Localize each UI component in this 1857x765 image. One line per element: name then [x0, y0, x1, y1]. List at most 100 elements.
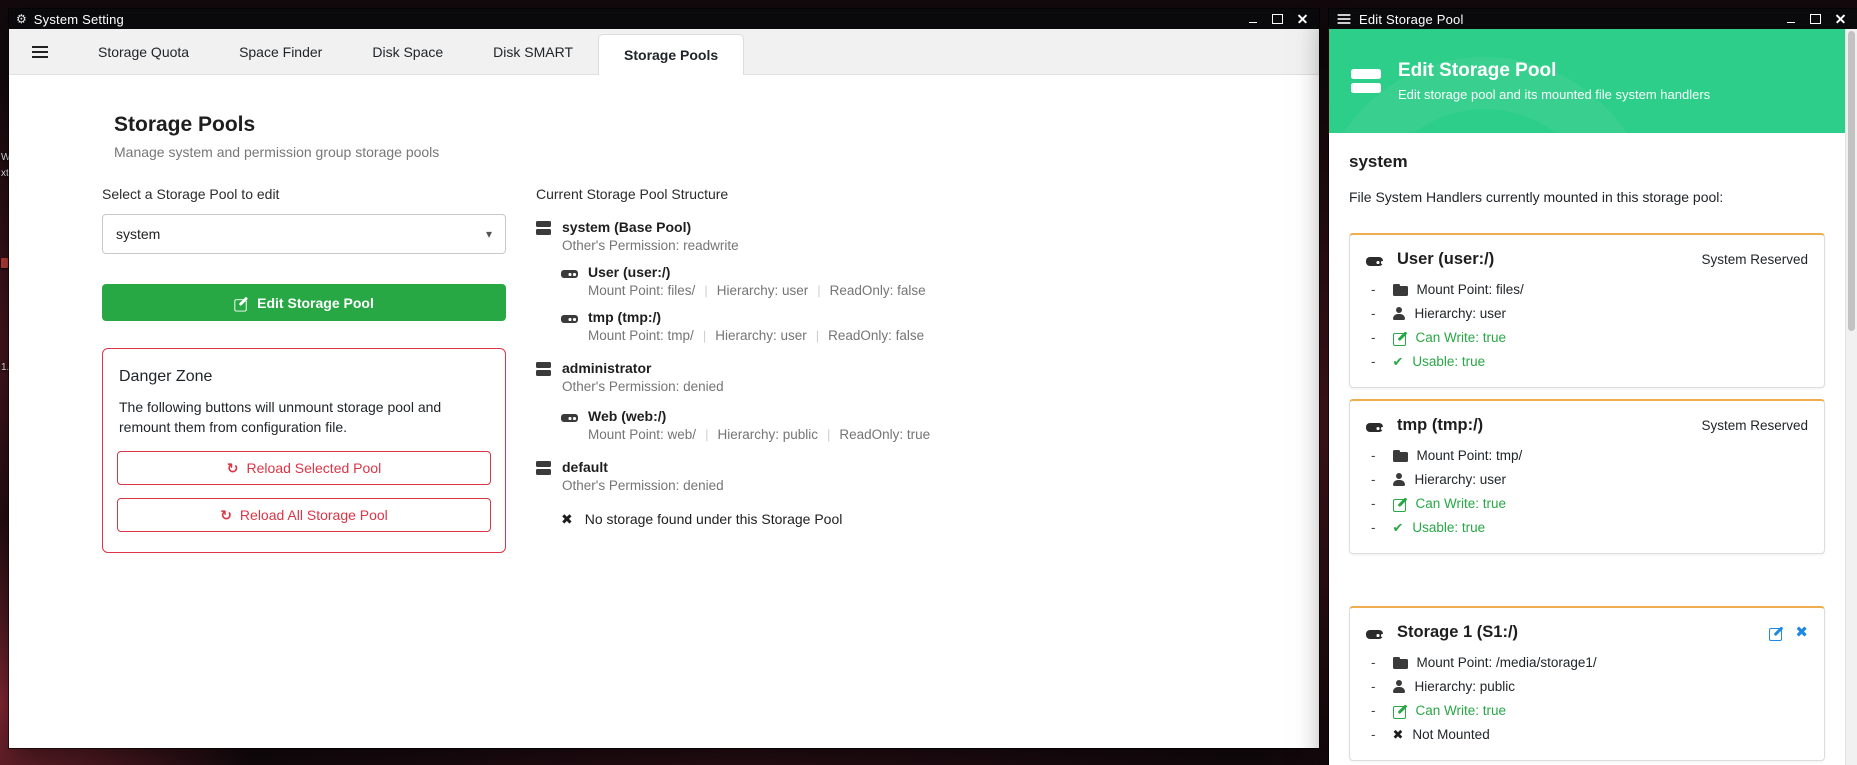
pool-name: default: [562, 459, 724, 475]
minimize-button[interactable]: [1240, 10, 1265, 28]
server-icon: [1351, 69, 1381, 94]
edit-storage-pool-label: Edit Storage Pool: [257, 295, 374, 311]
pool-name-heading: system: [1349, 152, 1825, 172]
hdd-icon: [561, 311, 578, 323]
server-icon: [536, 461, 551, 475]
mount-point-row: Mount Point: files/: [1366, 282, 1808, 297]
can-write-row: Can Write: true: [1366, 496, 1808, 511]
x-icon: ✖: [561, 512, 573, 526]
desktop-icon-fragment: [1, 258, 8, 268]
system-reserved-badge: System Reserved: [1701, 252, 1808, 267]
hierarchy-row: Hierarchy: user: [1366, 306, 1808, 321]
pool-name: system (Base Pool): [562, 219, 739, 235]
reload-all-label: Reload All Storage Pool: [240, 507, 388, 523]
window-title: System Setting: [34, 12, 124, 27]
handler-details: Mount Point: web/Hierarchy: publicReadOn…: [588, 427, 930, 442]
select-pool-label: Select a Storage Pool to edit: [102, 186, 506, 202]
danger-zone-title: Danger Zone: [119, 368, 491, 386]
minimize-button[interactable]: [1778, 10, 1803, 28]
reload-selected-label: Reload Selected Pool: [247, 460, 382, 476]
handlers-description: File System Handlers currently mounted i…: [1349, 189, 1825, 205]
remove-handler-button[interactable]: ✖: [1795, 625, 1808, 640]
fs-handler-card-storage1: Storage 1 (S1:/) ✖ Mount Point: /media/s…: [1349, 606, 1825, 761]
desktop-icon-label-fragment: xt: [1, 168, 9, 179]
mount-point-row: Mount Point: /media/storage1/: [1366, 655, 1808, 670]
tab-storage-quota[interactable]: Storage Quota: [73, 29, 214, 74]
gear-icon: ⚙: [16, 13, 27, 25]
folder-icon: [1393, 450, 1408, 462]
x-icon: ✖: [1393, 728, 1404, 741]
edit-icon: [1393, 331, 1407, 345]
user-icon: [1393, 473, 1406, 486]
pool-permission: Other's Permission: readwrite: [562, 238, 739, 253]
edit-pool-banner: Edit Storage Pool Edit storage pool and …: [1329, 29, 1845, 133]
server-icon: [536, 362, 551, 376]
can-write-row: Can Write: true: [1366, 330, 1808, 345]
banner-subtitle: Edit storage pool and its mounted file s…: [1398, 87, 1710, 102]
storage-pool-select[interactable]: system ▾: [102, 214, 506, 254]
menu-icon[interactable]: [27, 46, 53, 58]
edit-handler-button[interactable]: [1769, 626, 1783, 640]
handler-name: User (user:/): [588, 264, 926, 280]
edit-storage-pool-window: Edit Storage Pool Edit Storage Pool Edit…: [1329, 9, 1857, 765]
edit-icon: [235, 296, 248, 309]
hamburger-icon: [1338, 14, 1351, 24]
reload-all-pool-button[interactable]: ↻ Reload All Storage Pool: [117, 498, 491, 532]
edit-storage-pool-button[interactable]: Edit Storage Pool: [102, 284, 506, 321]
tab-space-finder[interactable]: Space Finder: [214, 29, 347, 74]
page-title: Storage Pools: [114, 113, 1279, 137]
pool-name: administrator: [562, 360, 724, 376]
hdd-icon: [561, 410, 578, 422]
refresh-icon: ↻: [220, 508, 232, 522]
refresh-icon: ↻: [227, 461, 239, 475]
hamburger-icon: [32, 46, 48, 58]
pool-selector-column: Select a Storage Pool to edit system ▾ E…: [102, 186, 506, 553]
fs-handler-card-user: User (user:/) System Reserved Mount Poin…: [1349, 233, 1825, 388]
pool-structure-column: Current Storage Pool Structure system (B…: [536, 186, 1279, 553]
user-icon: [1393, 307, 1406, 320]
usable-row: ✔ Usable: true: [1366, 520, 1808, 535]
handler-node-user: User (user:/) Mount Point: files/Hierarc…: [561, 264, 1279, 298]
check-icon: ✔: [1393, 521, 1404, 534]
can-write-row: Can Write: true: [1366, 703, 1808, 718]
fs-handler-name: tmp (tmp:/): [1397, 416, 1483, 435]
handler-name: tmp (tmp:/): [588, 309, 924, 325]
handler-details: Mount Point: tmp/Hierarchy: userReadOnly…: [588, 328, 924, 343]
mount-point-row: Mount Point: tmp/: [1366, 448, 1808, 463]
window-title: Edit Storage Pool: [1359, 12, 1464, 27]
close-button[interactable]: [1290, 10, 1315, 28]
window-controls: [1240, 10, 1315, 28]
system-reserved-badge: System Reserved: [1701, 418, 1808, 433]
selected-pool-value: system: [116, 226, 160, 242]
tab-disk-smart[interactable]: Disk SMART: [468, 29, 598, 74]
hierarchy-row: Hierarchy: user: [1366, 472, 1808, 487]
edit-icon: [1393, 497, 1407, 511]
pool-node-default: default Other's Permission: denied: [536, 459, 1279, 493]
handler-node-web: Web (web:/) Mount Point: web/Hierarchy: …: [561, 408, 1279, 442]
fs-handler-name: User (user:/): [1397, 250, 1494, 269]
folder-icon: [1393, 284, 1408, 296]
reload-selected-pool-button[interactable]: ↻ Reload Selected Pool: [117, 451, 491, 485]
close-button[interactable]: [1828, 10, 1853, 28]
scrollbar-thumb[interactable]: [1848, 31, 1855, 331]
handler-actions: ✖: [1769, 625, 1808, 640]
tab-bar: Storage Quota Space Finder Disk Space Di…: [9, 29, 1319, 75]
hdd-icon: [1366, 253, 1386, 266]
tab-disk-space[interactable]: Disk Space: [347, 29, 468, 74]
hierarchy-row: Hierarchy: public: [1366, 679, 1808, 694]
pool-node-administrator: administrator Other's Permission: denied: [536, 360, 1279, 394]
maximize-button[interactable]: [1265, 10, 1290, 28]
handler-details: Mount Point: files/Hierarchy: userReadOn…: [588, 283, 926, 298]
pool-permission: Other's Permission: denied: [562, 379, 724, 394]
edit-storage-pool-body: Edit Storage Pool Edit storage pool and …: [1329, 29, 1857, 765]
system-setting-titlebar: ⚙ System Setting: [9, 9, 1319, 29]
tab-storage-pools[interactable]: Storage Pools: [598, 34, 744, 75]
pool-node-system: system (Base Pool) Other's Permission: r…: [536, 219, 1279, 253]
server-icon: [536, 221, 551, 235]
empty-pool-message: ✖ No storage found under this Storage Po…: [561, 511, 1279, 527]
structure-label: Current Storage Pool Structure: [536, 186, 1279, 202]
page-subtitle: Manage system and permission group stora…: [114, 144, 1279, 160]
maximize-button[interactable]: [1803, 10, 1828, 28]
scrollbar[interactable]: [1845, 29, 1857, 765]
system-setting-window: ⚙ System Setting Storage Quota Space Fin…: [9, 9, 1319, 748]
